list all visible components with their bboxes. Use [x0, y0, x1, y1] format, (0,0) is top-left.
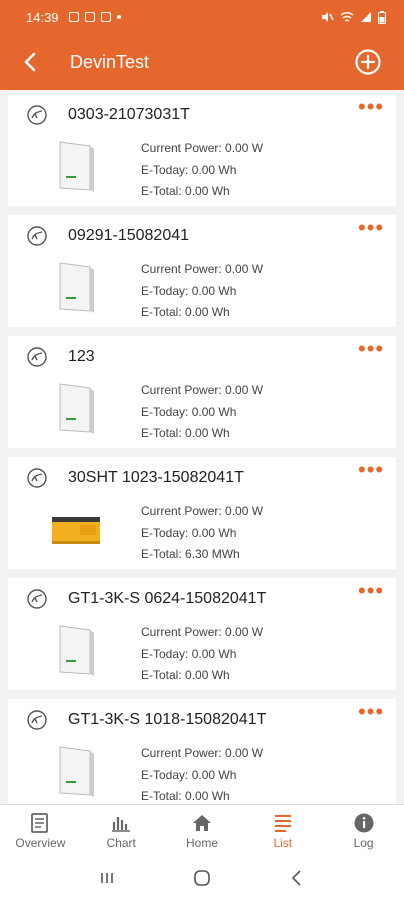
device-status-icon	[27, 105, 47, 125]
nav-log[interactable]: Log	[323, 805, 404, 856]
inverter-image	[52, 517, 100, 544]
more-options-button[interactable]: •••	[358, 217, 388, 243]
recent-apps-icon[interactable]	[97, 868, 117, 888]
device-stats: Current Power: 0.00 W E-Today: 0.00 Wh E…	[141, 743, 263, 804]
device-list[interactable]: 0303-21073031T ••• Current Power: 0.00 W…	[0, 90, 404, 804]
nav-label: Home	[185, 835, 218, 850]
more-options-button[interactable]: •••	[358, 701, 388, 727]
app-header: DevinTest	[0, 34, 404, 90]
device-status-icon	[27, 226, 47, 246]
device-card[interactable]: 09291-15082041 ••• Current Power: 0.00 W…	[8, 215, 396, 327]
current-power: Current Power: 0.00 W	[141, 383, 264, 397]
device-name: GT1-3K-S 1018-15082041T	[68, 711, 267, 728]
inverter-image	[59, 746, 94, 797]
page-title: DevinTest	[70, 51, 150, 72]
e-total: E-Total: 0.00 Wh	[141, 426, 230, 440]
device-card[interactable]: 123 ••• Current Power: 0.00 W E-Today: 0…	[8, 336, 396, 448]
e-total: E-Total: 0.00 Wh	[141, 184, 230, 198]
status-bar: 14:39	[0, 0, 404, 34]
home-circle-icon[interactable]	[192, 868, 212, 888]
device-name: GT1-3K-S 0624-15082041T	[68, 590, 267, 607]
e-total: E-Total: 6.30 MWh	[141, 547, 240, 561]
device-status-icon	[27, 468, 47, 488]
bottom-nav: Overview Chart Home List Log	[0, 804, 404, 856]
nav-label: Overview	[15, 835, 66, 850]
nav-label: List	[273, 835, 293, 850]
device-status-icon	[27, 710, 47, 730]
device-name: 123	[68, 348, 95, 365]
e-today: E-Today: 0.00 Wh	[141, 162, 237, 177]
chart-icon	[112, 816, 131, 832]
device-card[interactable]: 30SHT 1023-15082041T ••• Current Power: …	[8, 457, 396, 569]
device-stats: Current Power: 0.00 W E-Today: 0.00 Wh E…	[141, 138, 263, 203]
e-total: E-Total: 0.00 Wh	[141, 305, 230, 319]
nav-label: Chart	[106, 835, 136, 850]
e-today: E-Today: 0.00 Wh	[141, 767, 237, 782]
current-power: Current Power: 0.00 W	[141, 625, 264, 639]
e-today: E-Today: 0.00 Wh	[141, 404, 237, 419]
e-today: E-Today: 0.00 Wh	[141, 646, 237, 661]
add-device-button[interactable]	[354, 48, 382, 76]
home-icon	[192, 814, 211, 831]
device-name: 0303-21073031T	[68, 106, 190, 123]
device-card[interactable]: GT1-3K-S 1018-15082041T ••• Current Powe…	[8, 699, 396, 804]
notification-icons	[68, 12, 121, 22]
device-card[interactable]: 0303-21073031T ••• Current Power: 0.00 W…	[8, 94, 396, 206]
current-power: Current Power: 0.00 W	[141, 504, 264, 518]
device-stats: Current Power: 0.00 W E-Today: 0.00 Wh E…	[141, 259, 263, 324]
device-stats: Current Power: 0.00 W E-Today: 0.00 Wh E…	[141, 501, 263, 566]
chevron-left-icon	[24, 52, 36, 72]
device-stats: Current Power: 0.00 W E-Today: 0.00 Wh E…	[141, 380, 263, 445]
device-card[interactable]: GT1-3K-S 0624-15082041T ••• Current Powe…	[8, 578, 396, 690]
nav-home[interactable]: Home	[162, 805, 243, 856]
more-options-button[interactable]: •••	[358, 96, 388, 122]
current-power: Current Power: 0.00 W	[141, 746, 264, 760]
e-total: E-Total: 0.00 Wh	[141, 789, 230, 803]
system-nav-bar	[0, 856, 404, 900]
nav-list[interactable]: List	[242, 805, 323, 856]
inverter-image	[59, 141, 94, 192]
list-icon	[274, 814, 291, 832]
notification-icon	[68, 12, 79, 22]
signal-icon	[361, 12, 371, 22]
e-today: E-Today: 0.00 Wh	[141, 283, 237, 298]
more-options-button[interactable]: •••	[358, 580, 388, 606]
mute-icon	[322, 12, 334, 22]
nav-chart[interactable]: Chart	[81, 805, 162, 856]
back-icon[interactable]	[287, 868, 307, 888]
info-icon	[354, 813, 374, 832]
device-name: 09291-15082041	[68, 227, 190, 244]
inverter-image	[59, 383, 94, 434]
e-total: E-Total: 0.00 Wh	[141, 668, 230, 682]
device-status-icon	[27, 347, 47, 367]
wifi-icon	[340, 11, 354, 22]
inverter-image	[59, 625, 94, 676]
status-time: 14:39	[26, 9, 59, 25]
current-power: Current Power: 0.00 W	[141, 262, 264, 276]
back-button[interactable]	[0, 34, 60, 90]
device-name: 30SHT 1023-15082041T	[68, 469, 244, 486]
more-options-button[interactable]: •••	[358, 338, 388, 364]
device-status-icon	[27, 589, 47, 609]
more-options-button[interactable]: •••	[358, 459, 388, 485]
notification-icon	[100, 12, 111, 22]
e-today: E-Today: 0.00 Wh	[141, 525, 237, 540]
battery-icon	[378, 10, 386, 24]
system-status-icons	[320, 10, 386, 24]
current-power: Current Power: 0.00 W	[141, 141, 264, 155]
device-stats: Current Power: 0.00 W E-Today: 0.00 Wh E…	[141, 622, 263, 687]
overview-icon	[31, 812, 49, 833]
inverter-image	[59, 262, 94, 313]
nav-label: Log	[353, 835, 374, 850]
notification-icon	[84, 12, 95, 22]
dot-icon	[116, 15, 121, 19]
nav-overview[interactable]: Overview	[0, 805, 81, 856]
